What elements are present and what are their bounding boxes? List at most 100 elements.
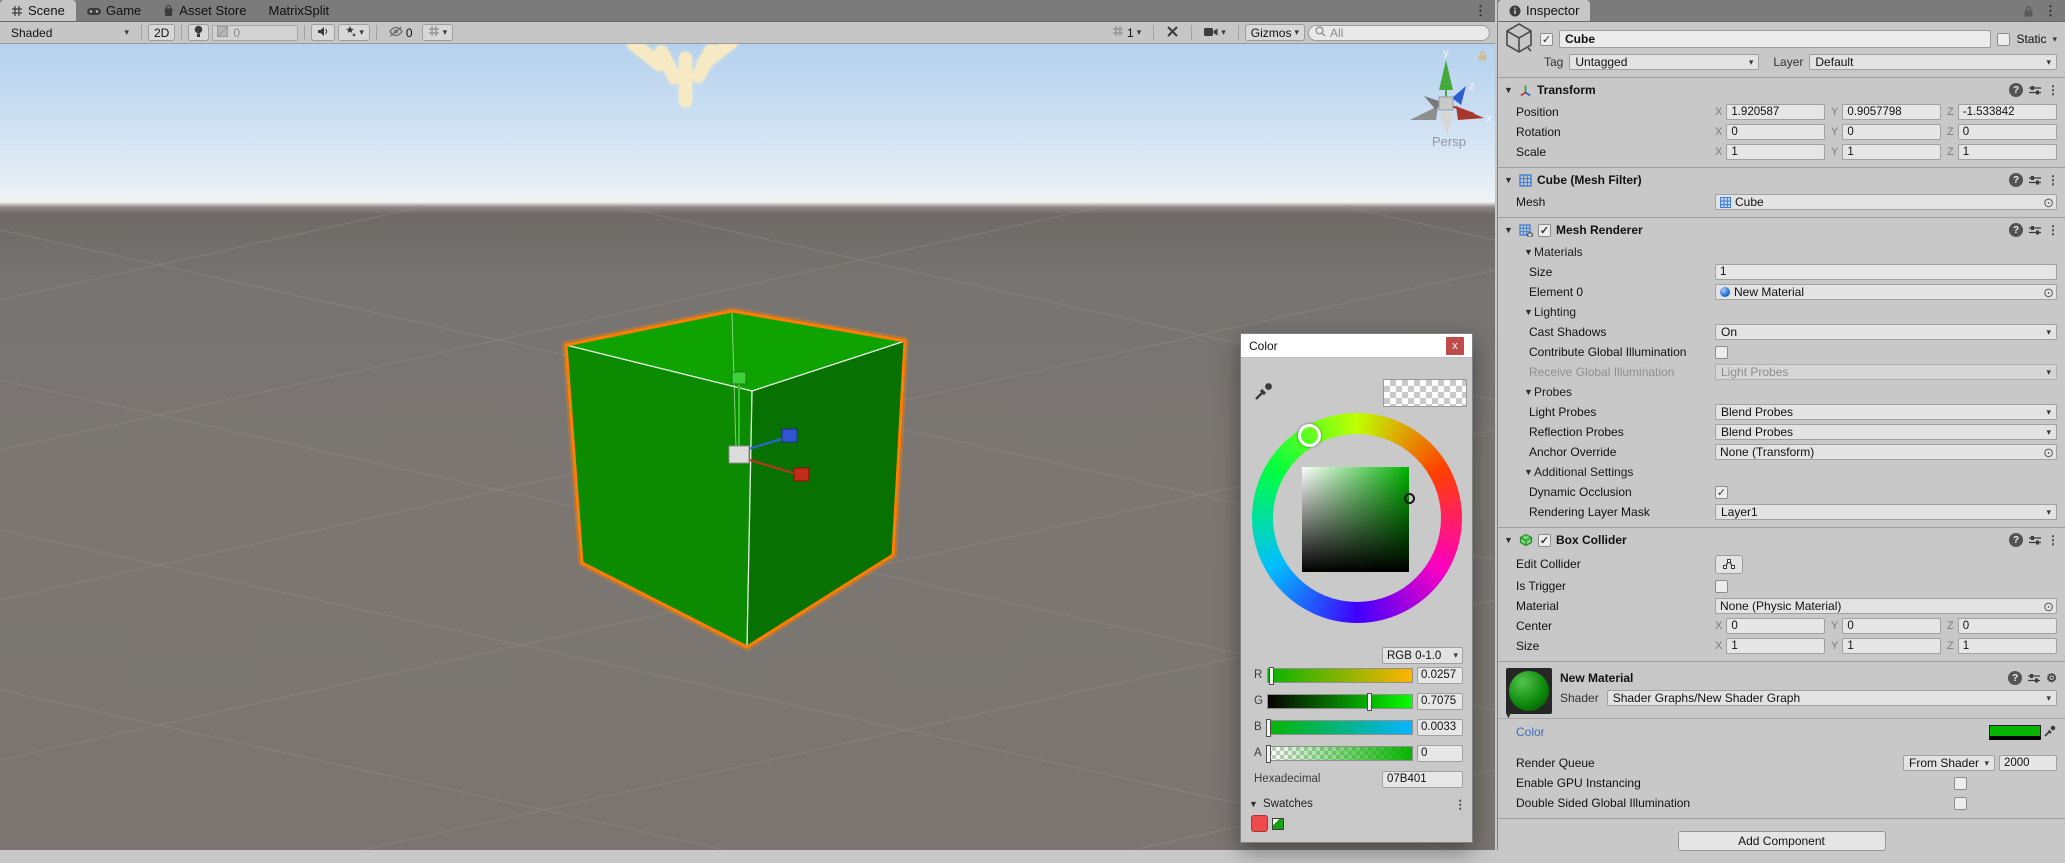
scale-y-field[interactable]: 1 (1842, 144, 1941, 160)
scale-z-field[interactable]: 1 (1958, 144, 2057, 160)
exposure-field[interactable]: 0 (212, 25, 298, 41)
swatches-menu-icon[interactable]: ⋮ (1455, 797, 1467, 811)
presets-icon[interactable] (2028, 534, 2042, 546)
shader-dropdown[interactable]: Shader Graphs/New Shader Graph ▾ (1607, 690, 2057, 706)
size-y-field[interactable]: 1 (1842, 638, 1941, 654)
edit-collider-button[interactable] (1715, 555, 1743, 574)
tag-dropdown[interactable]: Untagged ▾ (1569, 54, 1759, 70)
axis-x-cone[interactable] (1456, 106, 1484, 120)
size-x-field[interactable]: 1 (1726, 638, 1825, 654)
green-slider-handle[interactable] (1367, 693, 1372, 711)
contribute-gi-checkbox[interactable] (1715, 346, 1728, 359)
inspector-menu-icon[interactable]: ⋮ (2044, 3, 2057, 19)
foldout-arrow-icon[interactable]: ▼ (1504, 225, 1514, 235)
help-icon[interactable]: ? (2009, 83, 2023, 97)
rotation-z-field[interactable]: 0 (1958, 124, 2057, 140)
rotation-x-field[interactable]: 0 (1726, 124, 1825, 140)
component-menu-icon[interactable]: ⋮ (2047, 173, 2059, 187)
blue-value-field[interactable]: 0.0033 (1417, 719, 1463, 736)
foldout-arrow-icon[interactable]: ▼ (1504, 175, 1514, 185)
hue-wheel-handle[interactable] (1298, 424, 1321, 447)
gear-icon[interactable]: ⚙ (2046, 671, 2057, 685)
tool-settings-button[interactable] (1160, 24, 1185, 41)
reflection-probes-dropdown[interactable]: Blend Probes ▾ (1715, 424, 2057, 440)
alpha-slider-handle[interactable] (1266, 745, 1271, 763)
material-color-swatch[interactable] (1989, 725, 2041, 740)
mesh-renderer-header[interactable]: ▼ ✓ Mesh Renderer ? ⋮ (1498, 218, 2065, 242)
swatches-header[interactable]: ▼ Swatches ⋮ (1249, 797, 1466, 811)
component-menu-icon[interactable]: ⋮ (2047, 83, 2059, 97)
help-icon[interactable]: ? (2009, 533, 2023, 547)
size-z-field[interactable]: 1 (1958, 638, 2057, 654)
scene-search-input[interactable]: All (1308, 25, 1490, 41)
color-mode-dropdown[interactable]: RGB 0-1.0 ▾ (1382, 647, 1463, 664)
presets-icon[interactable] (2027, 672, 2041, 684)
object-picker-icon[interactable]: ⊙ (2043, 446, 2054, 459)
scale-x-field[interactable]: 1 (1726, 144, 1825, 160)
help-icon[interactable]: ? (2009, 223, 2023, 237)
tab-scene[interactable]: Scene (0, 0, 76, 21)
transform-header[interactable]: ▼ Transform ? ⋮ (1498, 78, 2065, 102)
red-value-field[interactable]: 0.0257 (1417, 667, 1463, 684)
new-swatch-button[interactable] (1272, 818, 1284, 830)
probes-foldout[interactable]: ▼ Probes (1498, 382, 2065, 402)
lighting-foldout[interactable]: ▼ Lighting (1498, 302, 2065, 322)
object-picker-icon[interactable]: ⊙ (2043, 196, 2054, 209)
presets-icon[interactable] (2028, 224, 2042, 236)
presets-icon[interactable] (2028, 174, 2042, 186)
position-z-field[interactable]: -1.533842 (1958, 104, 2057, 120)
green-slider[interactable] (1267, 694, 1413, 709)
component-menu-icon[interactable]: ⋮ (2047, 223, 2059, 237)
gameobject-name-field[interactable]: Cube (1559, 30, 1991, 48)
render-queue-value-field[interactable]: 2000 (1999, 755, 2057, 771)
red-slider-handle[interactable] (1269, 667, 1274, 685)
lock-icon[interactable] (2023, 5, 2034, 17)
gpu-instancing-checkbox[interactable] (1954, 777, 1967, 790)
audio-toggle-button[interactable] (311, 24, 335, 41)
gizmo-lock-icon[interactable] (1477, 50, 1488, 61)
hex-value-field[interactable]: 07B401 (1382, 771, 1463, 788)
grid-visibility-dropdown[interactable]: ▾ (422, 24, 454, 41)
green-value-field[interactable]: 0.7075 (1417, 693, 1463, 710)
component-menu-icon[interactable]: ⋮ (2047, 533, 2059, 547)
active-checkbox[interactable]: ✓ (1540, 33, 1553, 46)
saturation-value-handle[interactable] (1404, 493, 1415, 504)
alpha-slider[interactable] (1267, 746, 1413, 761)
dynamic-occlusion-checkbox[interactable]: ✓ (1715, 486, 1728, 499)
scene-tab-menu-icon[interactable]: ⋮ (1466, 0, 1495, 21)
color-window-titlebar[interactable]: Color x (1241, 334, 1472, 358)
object-picker-icon[interactable]: ⊙ (2043, 600, 2054, 613)
object-picker-icon[interactable]: ⊙ (2043, 286, 2054, 299)
axis-negative-cone[interactable] (1440, 112, 1454, 135)
tab-inspector[interactable]: Inspector (1498, 0, 1590, 21)
mesh-renderer-enabled-checkbox[interactable]: ✓ (1538, 224, 1551, 237)
tab-game[interactable]: Game (76, 0, 152, 21)
mesh-filter-header[interactable]: ▼ Cube (Mesh Filter) ? ⋮ (1498, 168, 2065, 192)
hidden-objects-button[interactable]: 0 (383, 24, 419, 41)
perspective-label[interactable]: Persp (1404, 134, 1494, 149)
material-preview-thumbnail[interactable] (1506, 668, 1552, 714)
2d-toggle-button[interactable]: 2D (148, 24, 175, 41)
element0-object-field[interactable]: New Material ⊙ (1715, 284, 2057, 300)
position-y-field[interactable]: 0.9057798 (1842, 104, 1941, 120)
draw-mode-dropdown[interactable]: Shaded ▾ (5, 24, 135, 41)
foldout-arrow-icon[interactable]: ▼ (1504, 85, 1514, 95)
lighting-toggle-button[interactable] (188, 24, 209, 41)
grid-snap-dropdown[interactable]: 1 ▾ (1106, 24, 1147, 41)
anchor-override-field[interactable]: None (Transform) ⊙ (1715, 444, 2057, 460)
camera-settings-dropdown[interactable]: ▾ (1198, 24, 1232, 41)
is-trigger-checkbox[interactable] (1715, 580, 1728, 593)
box-collider-enabled-checkbox[interactable]: ✓ (1538, 534, 1551, 547)
double-sided-gi-checkbox[interactable] (1954, 797, 1967, 810)
gizmos-dropdown[interactable]: Gizmos ▾ (1245, 24, 1305, 41)
cast-shadows-dropdown[interactable]: On ▾ (1715, 324, 2057, 340)
eyedropper-icon[interactable] (2043, 724, 2057, 741)
eyedropper-icon[interactable] (1253, 380, 1275, 405)
help-icon[interactable]: ? (2009, 173, 2023, 187)
presets-icon[interactable] (2028, 84, 2042, 96)
blue-slider[interactable] (1267, 720, 1413, 735)
red-swatch[interactable] (1251, 815, 1268, 832)
layer-dropdown[interactable]: Default ▾ (1809, 54, 2057, 70)
alpha-value-field[interactable]: 0 (1417, 745, 1463, 762)
box-collider-header[interactable]: ▼ ✓ Box Collider ? ⋮ (1498, 528, 2065, 552)
